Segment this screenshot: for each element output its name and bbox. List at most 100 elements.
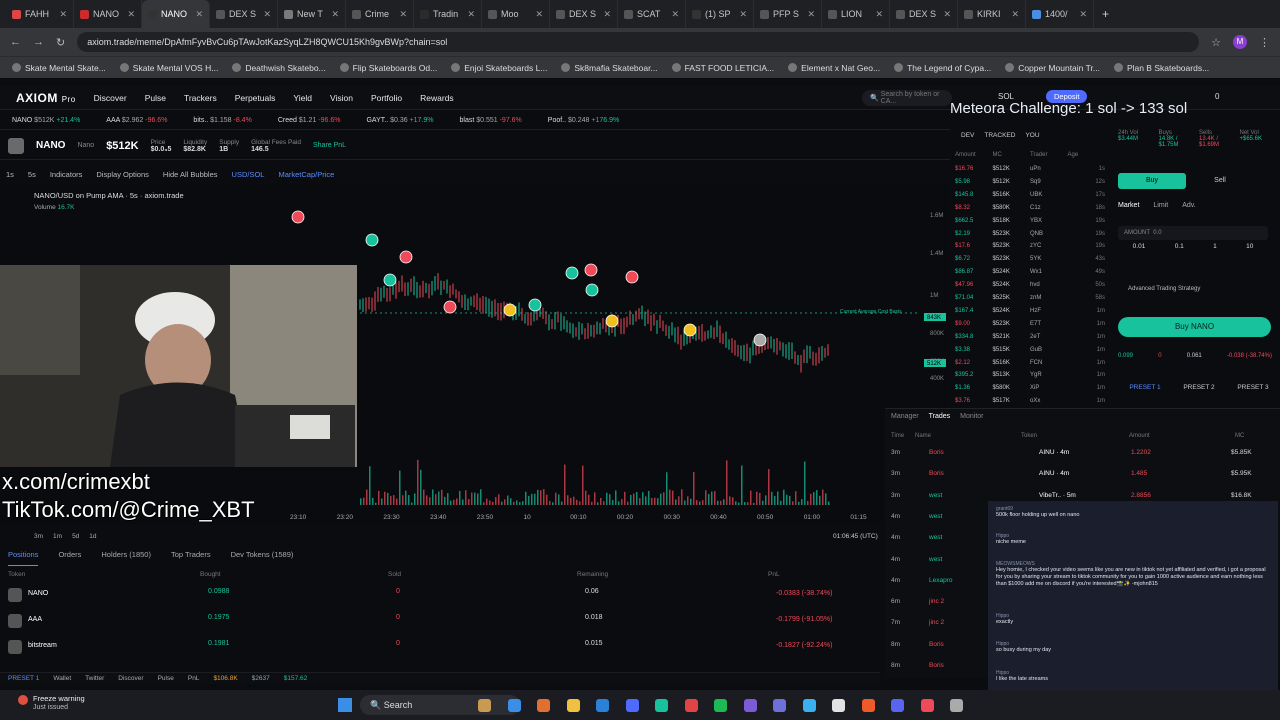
weather-warning[interactable]: Freeze warning bbox=[33, 694, 85, 703]
trade-row[interactable]: $334.8 $521K 2eT 1m bbox=[955, 334, 1105, 346]
bookmark-item[interactable]: Skate Mental VOS H... bbox=[119, 63, 218, 73]
close-icon[interactable]: ✕ bbox=[399, 9, 407, 20]
search-input[interactable]: 🔍 Search by token or CA... bbox=[862, 90, 952, 106]
close-icon[interactable]: ✕ bbox=[127, 9, 135, 20]
bottom-tab[interactable]: Holders (1850) bbox=[101, 550, 151, 566]
close-icon[interactable]: ✕ bbox=[59, 9, 67, 20]
preset-tab[interactable]: PRESET 2 bbox=[1183, 384, 1214, 391]
bookmark-item[interactable]: Skate Mental Skate... bbox=[12, 63, 106, 73]
browser-tab[interactable]: (1) SP ✕ bbox=[686, 0, 754, 28]
preset-indicator[interactable]: PRESET 1 bbox=[8, 675, 39, 682]
close-icon[interactable]: ✕ bbox=[195, 9, 203, 20]
chart-tool-2[interactable]: Indicators bbox=[50, 170, 83, 179]
position-row[interactable]: bitstream 0.1981 0 0.015 -0.1827 (-92.24%) bbox=[8, 638, 880, 658]
close-icon[interactable]: ✕ bbox=[263, 9, 271, 20]
nav-trackers[interactable]: Trackers bbox=[184, 93, 217, 103]
forward-icon[interactable]: → bbox=[33, 36, 44, 48]
trade-row[interactable]: $662.5 $518K YBX 19s bbox=[955, 218, 1105, 230]
bookmark-item[interactable]: Plan B Skateboards... bbox=[1113, 63, 1209, 73]
monitor-row[interactable]: 3m Boris AINU · 4m 1.485 $5.95K bbox=[891, 470, 1271, 486]
taskbar-app-icon[interactable] bbox=[478, 699, 491, 712]
taskbar-app-icon[interactable] bbox=[891, 699, 904, 712]
preset-tab[interactable]: PRESET 1 bbox=[1129, 384, 1160, 391]
monitor-tab[interactable]: Trades bbox=[929, 413, 951, 420]
new-tab-icon[interactable]: + bbox=[1102, 7, 1109, 21]
preset-amount-button[interactable]: 10 bbox=[1246, 243, 1253, 250]
nav-rewards[interactable]: Rewards bbox=[420, 93, 454, 103]
chart-tool-3[interactable]: Display Options bbox=[96, 170, 149, 179]
browser-tab[interactable]: New T ✕ bbox=[278, 0, 346, 28]
taskbar-app-icon[interactable] bbox=[625, 699, 639, 712]
ticker-item[interactable]: GAYT.. $0.36 +17.9% bbox=[366, 117, 433, 124]
taskbar-app-icon[interactable] bbox=[861, 699, 875, 712]
close-icon[interactable]: ✕ bbox=[331, 9, 339, 20]
chart-tool-1[interactable]: 5s bbox=[28, 170, 36, 179]
trades-filter-tab[interactable]: YOU bbox=[1025, 132, 1039, 139]
taskbar-app-icon[interactable] bbox=[566, 699, 580, 712]
browser-tab[interactable]: 1400/ ✕ bbox=[1026, 0, 1094, 28]
browser-tab[interactable]: FAHH ✕ bbox=[6, 0, 74, 28]
ticker-item[interactable]: blast $0.551 -97.6% bbox=[460, 117, 522, 124]
taskbar-app-icon[interactable] bbox=[950, 699, 963, 712]
bookmark-item[interactable]: Enjoi Skateboards L... bbox=[451, 63, 547, 73]
bookmark-item[interactable]: Copper Mountain Tr... bbox=[1005, 63, 1100, 73]
browser-tab[interactable]: LION ✕ bbox=[822, 0, 890, 28]
trade-row[interactable]: $1.36 $580K XiP 1m bbox=[955, 385, 1105, 397]
order-mode[interactable]: Adv. bbox=[1182, 202, 1196, 209]
ticker-item[interactable]: Poof.. $0.248 +176.9% bbox=[548, 117, 619, 124]
trade-row[interactable]: $47.96 $524K hvd 50s bbox=[955, 282, 1105, 294]
advanced-strategy-toggle[interactable]: Advanced Trading Strategy bbox=[1128, 286, 1200, 292]
browser-tab[interactable]: Crime ✕ bbox=[346, 0, 414, 28]
browser-tab[interactable]: Moo ✕ bbox=[482, 0, 550, 28]
menu-icon[interactable]: ⋮ bbox=[1259, 36, 1270, 49]
preset-amount-button[interactable]: 0.01 bbox=[1133, 243, 1146, 250]
browser-tab[interactable]: KIRKI ✕ bbox=[958, 0, 1026, 28]
taskbar-app-icon[interactable] bbox=[920, 699, 934, 712]
bottom-tab[interactable]: Top Traders bbox=[171, 550, 211, 566]
bookmark-item[interactable]: Flip Skateboards Od... bbox=[339, 63, 437, 73]
monitor-tab[interactable]: Manager bbox=[891, 413, 919, 420]
order-mode[interactable]: Market bbox=[1118, 202, 1139, 209]
share-pnl-button[interactable]: Share PnL bbox=[313, 142, 346, 149]
trade-row[interactable]: $167.4 $524K HzF 1m bbox=[955, 308, 1105, 320]
range-5d[interactable]: 5d bbox=[72, 533, 79, 540]
ticker-item[interactable]: NANO $512K +21.4% bbox=[12, 117, 80, 124]
back-icon[interactable]: ← bbox=[10, 36, 21, 48]
taskbar-app-icon[interactable] bbox=[684, 699, 698, 712]
trade-row[interactable]: $395.2 $513K YgR 1m bbox=[955, 372, 1105, 384]
trade-row[interactable]: $9.00 $523K E7T 1m bbox=[955, 321, 1105, 333]
range-1d[interactable]: 1d bbox=[89, 533, 96, 540]
trade-row[interactable]: $8.32 $580K C1z 18s bbox=[955, 205, 1105, 217]
axiom-logo[interactable]: AXIOM Pro bbox=[16, 91, 76, 105]
ticker-item[interactable]: AAA $2.962 -96.6% bbox=[106, 117, 167, 124]
taskbar-app-icon[interactable] bbox=[655, 699, 668, 712]
start-icon[interactable] bbox=[338, 698, 352, 712]
browser-tab[interactable]: NANO ✕ bbox=[142, 0, 210, 28]
chart-tool-5[interactable]: USD/SOL bbox=[232, 170, 265, 179]
bookmark-item[interactable]: The Legend of Cypa... bbox=[894, 63, 991, 73]
bottom-bar-item[interactable]: Pulse bbox=[158, 675, 174, 682]
close-icon[interactable]: ✕ bbox=[875, 9, 883, 20]
close-icon[interactable]: ✕ bbox=[1011, 9, 1019, 20]
amount-input[interactable]: AMOUNT 0.0 bbox=[1118, 226, 1268, 240]
close-icon[interactable]: ✕ bbox=[603, 9, 611, 20]
close-icon[interactable]: ✕ bbox=[1079, 9, 1087, 20]
taskbar-app-icon[interactable] bbox=[537, 699, 550, 712]
browser-tab[interactable]: DEX S ✕ bbox=[550, 0, 618, 28]
chart-tool-0[interactable]: 1s bbox=[6, 170, 14, 179]
buy-nano-button[interactable]: Buy NANO bbox=[1118, 317, 1271, 337]
profile-icon[interactable]: M bbox=[1233, 35, 1247, 49]
bottom-tab[interactable]: Dev Tokens (1589) bbox=[231, 550, 294, 566]
url-field[interactable]: axiom.trade/meme/DpAfmFyvBvCu6pTAwJotKaz… bbox=[77, 32, 1200, 52]
preset-amount-button[interactable]: 1 bbox=[1213, 243, 1217, 250]
bookmark-item[interactable]: Deathwish Skatebo... bbox=[232, 63, 326, 73]
range-3m[interactable]: 3m bbox=[34, 533, 43, 540]
trade-row[interactable]: $2.12 $516K FCN 1m bbox=[955, 360, 1105, 372]
close-icon[interactable]: ✕ bbox=[943, 9, 951, 20]
nav-portfolio[interactable]: Portfolio bbox=[371, 93, 402, 103]
browser-tab[interactable]: NANO ✕ bbox=[74, 0, 142, 28]
trades-filter-tab[interactable]: TRACKED bbox=[984, 132, 1015, 139]
browser-tab[interactable]: DEX S ✕ bbox=[890, 0, 958, 28]
close-icon[interactable]: ✕ bbox=[739, 9, 747, 20]
sell-tab[interactable]: Sell bbox=[1200, 173, 1240, 189]
